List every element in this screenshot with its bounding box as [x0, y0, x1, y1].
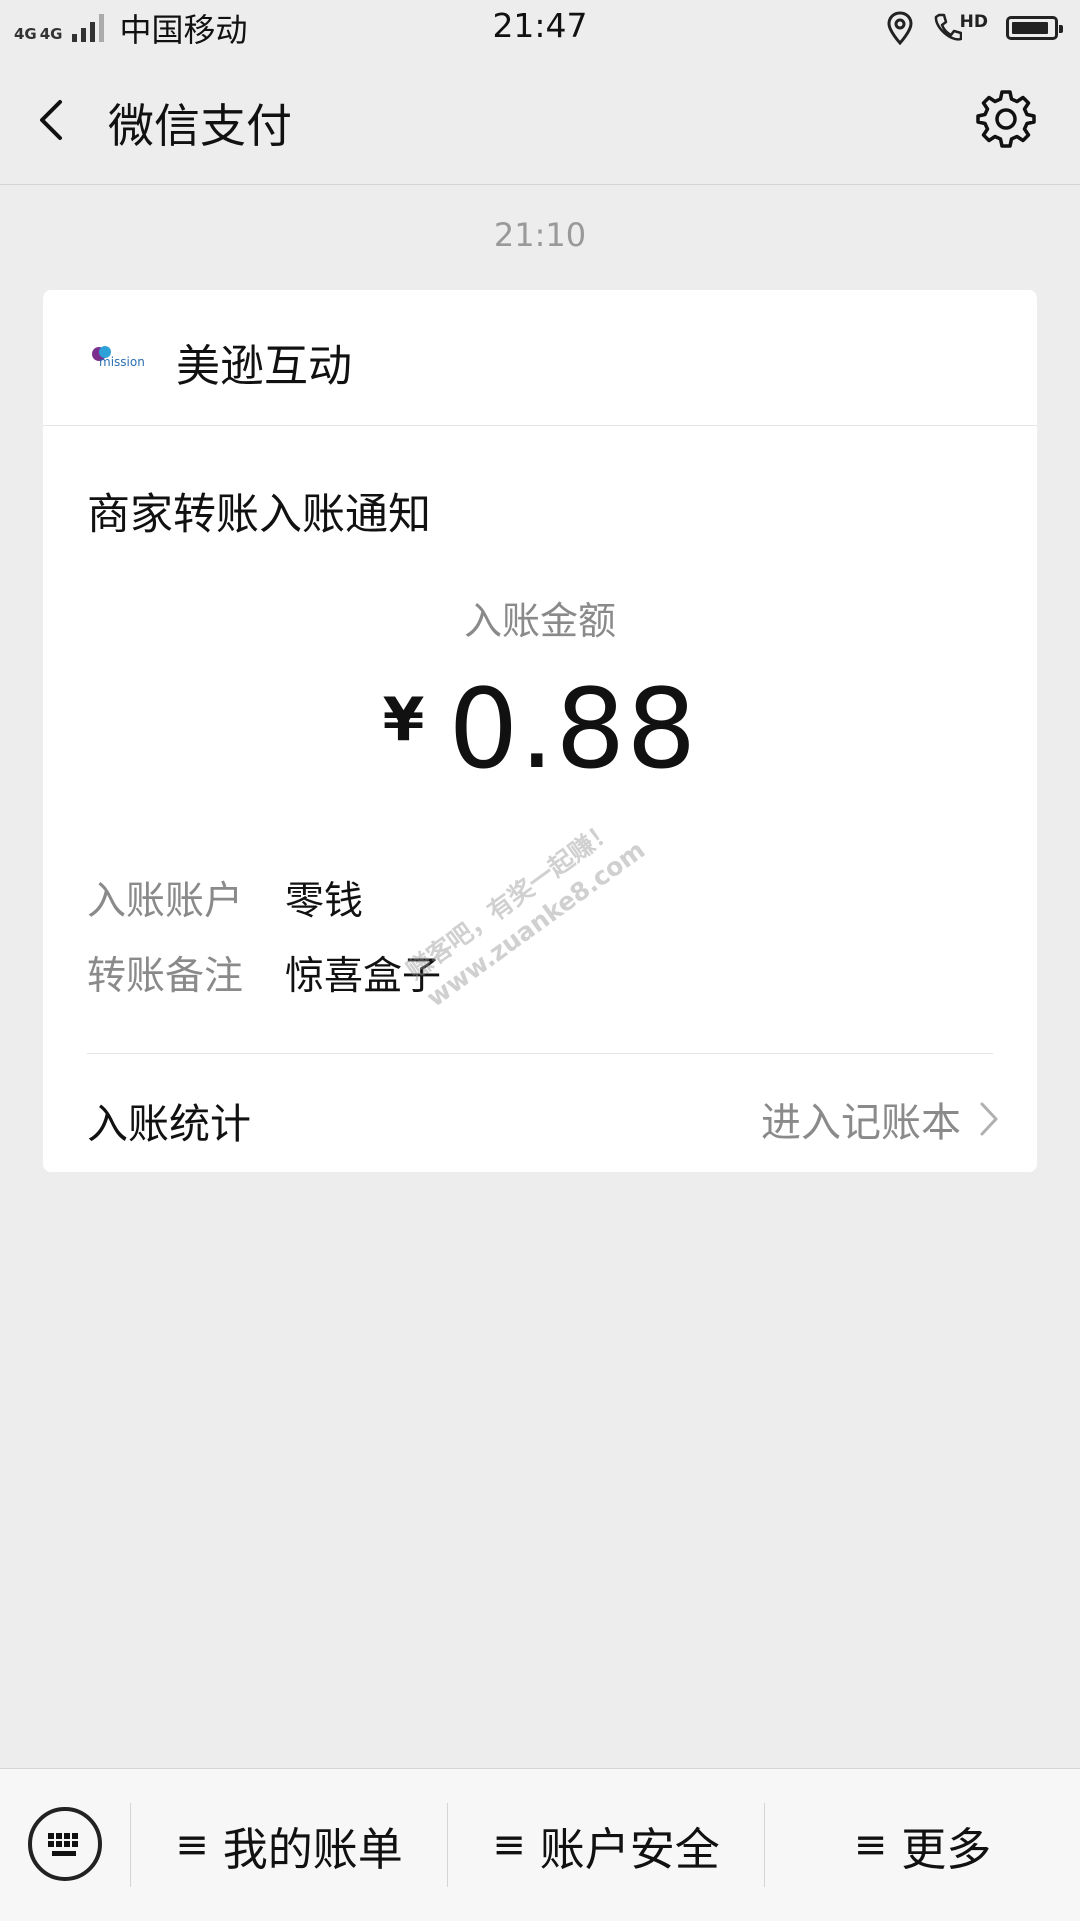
merchant-logo: mission	[92, 346, 145, 369]
battery-level	[1012, 22, 1048, 34]
title-bar: 微信支付	[0, 56, 1080, 185]
menu-list-icon: ≡	[853, 1822, 888, 1868]
menu-label: 账户安全	[539, 1822, 720, 1876]
hd-call-icon: HD	[932, 12, 988, 44]
card-header[interactable]: mission 美逊互动	[43, 290, 1037, 426]
currency-symbol: ¥	[382, 685, 425, 755]
detail-row-account: 入账账户 零钱	[87, 870, 363, 926]
page-title: 微信支付	[108, 99, 292, 153]
detail-value: 惊喜盒子	[285, 954, 442, 999]
ledger-link-label: 进入记账本	[761, 1100, 961, 1146]
chevron-right-icon	[980, 1102, 998, 1136]
hd-label: HD	[959, 12, 988, 32]
detail-key: 转账备注	[87, 954, 244, 999]
detail-key: 入账账户	[87, 879, 244, 924]
menu-my-bills[interactable]: ≡ 我的账单	[131, 1769, 447, 1921]
location-icon	[887, 11, 913, 45]
amount-value: 0.88	[448, 665, 698, 793]
bottom-menu-bar: ≡ 我的账单 ≡ 账户安全 ≡ 更多	[0, 1768, 1080, 1921]
notice-title: 商家转账入账通知	[87, 490, 431, 540]
menu-label: 我的账单	[222, 1822, 403, 1876]
income-stats-label: 入账统计	[87, 1100, 251, 1148]
settings-gear-icon[interactable]	[976, 88, 1036, 148]
menu-account-security[interactable]: ≡ 账户安全	[448, 1769, 764, 1921]
transfer-notice-card[interactable]: mission 美逊互动 商家转账入账通知 入账金额 ¥0.88 入账账户 零钱…	[43, 290, 1037, 1172]
amount-label: 入账金额	[463, 599, 616, 643]
amount-display: ¥0.88	[43, 665, 1037, 793]
menu-more[interactable]: ≡ 更多	[765, 1769, 1080, 1921]
menu-list-icon: ≡	[492, 1822, 526, 1868]
card-divider	[87, 1053, 993, 1054]
message-timestamp: 21:10	[493, 216, 587, 254]
back-arrow-icon[interactable]	[30, 96, 78, 144]
merchant-name: 美逊互动	[176, 341, 352, 392]
svg-text:mission: mission	[99, 355, 145, 369]
menu-label: 更多	[901, 1822, 992, 1876]
keyboard-toggle-icon[interactable]	[28, 1807, 102, 1881]
status-bar: 4G 4G 中国移动 21:47 HD	[0, 0, 1080, 56]
detail-value: 零钱	[285, 879, 364, 924]
menu-list-icon: ≡	[175, 1822, 209, 1868]
battery-icon	[1006, 16, 1063, 40]
detail-row-remark: 转账备注 惊喜盒子	[87, 945, 441, 1001]
ledger-link[interactable]: 进入记账本	[761, 1090, 999, 1148]
